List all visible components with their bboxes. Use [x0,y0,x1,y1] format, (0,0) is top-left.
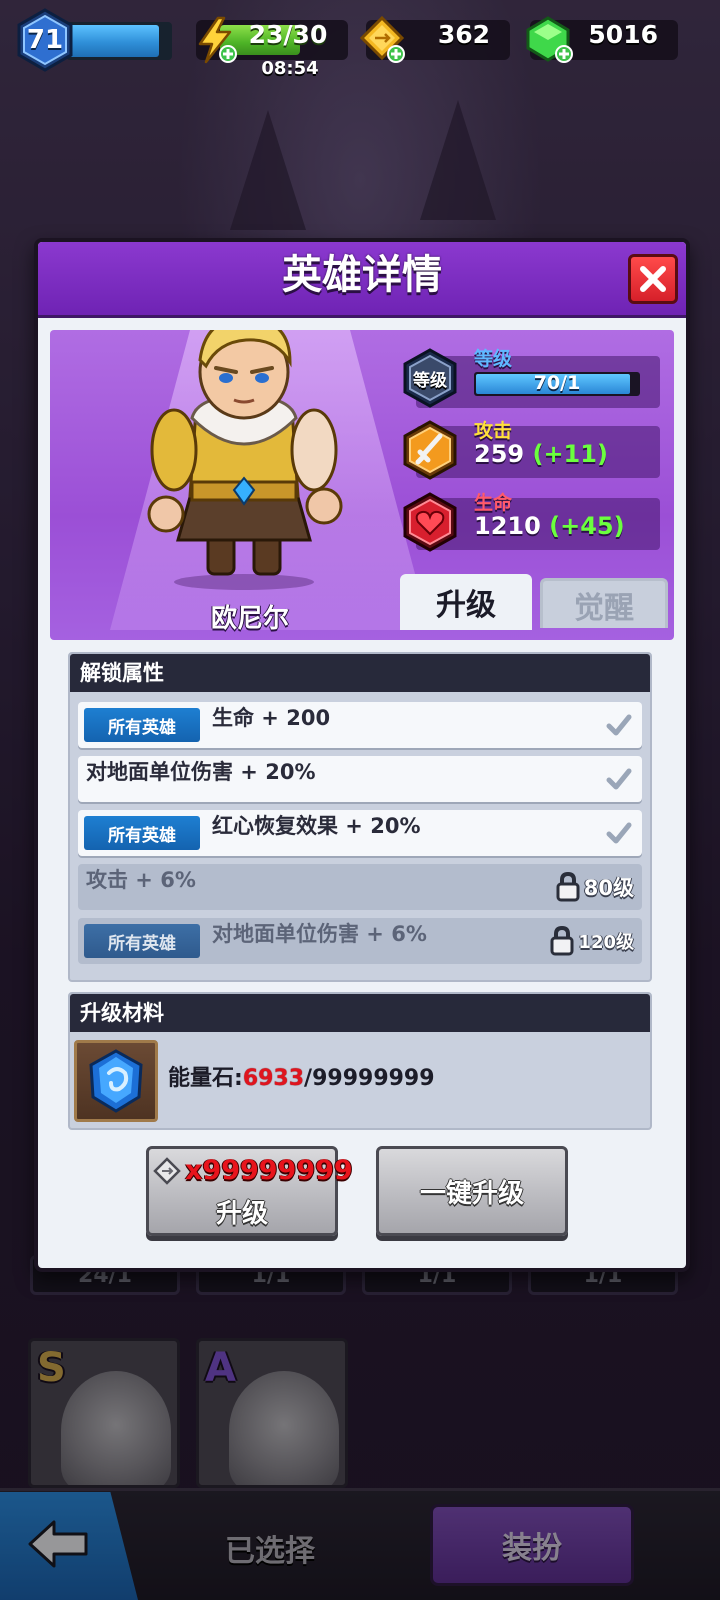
material-count-line: 能量石:6933/99999999 [168,1060,435,1092]
level-bar: 70/1 [474,372,640,396]
attribute-row-locked: 攻击 + 6% 80级 [78,864,642,910]
energy-stone-slot[interactable] [74,1040,158,1122]
energy-stone-icon [89,1049,143,1113]
lightning-icon [198,16,237,64]
gems-value: 5016 [588,20,658,49]
hp-value-line: 1210 (+45) [474,512,625,540]
attribute-text: 红心恢复效果 + 20% [212,814,421,838]
modal-title: 英雄详情 [282,252,442,298]
energy-timer: 08:54 [261,58,319,79]
all-heroes-chip: 所有英雄 [84,924,200,958]
material-label: 能量石: [168,1066,243,1091]
attack-bonus: (+11) [532,440,608,468]
attribute-text: 生命 + 200 [212,706,331,730]
hero-panel: 欧尼尔 等级 等级 70/1 攻击 259 (+11) 生命 1210 (+45… [50,330,674,640]
player-xp-fill [69,25,159,57]
attribute-row: 所有英雄 红心恢复效果 + 20% [78,810,642,856]
hero-portrait-icon [147,330,343,590]
all-heroes-chip: 所有英雄 [84,816,200,850]
attack-label: 攻击 [474,420,513,442]
lock-level: 80级 [583,876,634,900]
heart-icon [403,492,457,552]
attribute-text: 对地面单位伤害 + 6% [212,922,427,946]
attack-value-line: 259 (+11) [474,440,608,468]
ticket-icon [153,1157,181,1185]
lock-level: 120级 [578,932,634,953]
tickets-value: 362 [437,20,490,49]
tab-awaken[interactable]: 觉醒 [540,578,668,628]
hero-name: 欧尼尔 [210,604,289,634]
ticket-icon [360,16,405,63]
attribute-row: 对地面单位伤害 + 20% [78,756,642,802]
upgrade-cost: x99999999 [185,1155,353,1186]
sword-icon [403,420,457,480]
close-icon [640,266,666,292]
energy-value: 23/30 [248,20,328,49]
check-icon [606,822,632,844]
tab-upgrade[interactable]: 升级 [400,574,532,630]
check-icon [606,768,632,790]
player-level-badge[interactable]: 71 [16,8,74,72]
gem-icon [526,16,573,63]
materials-title: 升级材料 [70,994,650,1032]
level-badge-text: 等级 [413,371,447,391]
attribute-text: 攻击 + 6% [86,868,196,892]
hp-value: 1210 [474,512,541,540]
material-need: /99999999 [304,1066,435,1091]
upgrade-button[interactable]: x99999999 升级 [146,1146,353,1236]
attribute-text: 对地面单位伤害 + 20% [86,760,316,784]
lock-requirement: 120级 [550,924,634,958]
unlock-attributes-title: 解锁属性 [70,654,650,692]
attack-value: 259 [474,440,525,468]
hp-bonus: (+45) [549,512,625,540]
lock-icon [556,872,580,902]
hp-label: 生命 [474,492,513,514]
upgrade-label: 升级 [215,1199,268,1229]
one-click-upgrade-label: 一键升级 [419,1179,524,1209]
all-heroes-chip: 所有英雄 [84,708,200,742]
close-button[interactable] [628,254,678,304]
lock-icon [550,926,574,956]
attribute-row: 所有英雄 生命 + 200 [78,702,642,748]
unlock-attributes-section: 解锁属性 所有英雄 生命 + 200 对地面单位伤害 + 20% 所有英雄 红心… [68,652,652,982]
level-value: 70/1 [533,372,581,394]
one-click-upgrade-button[interactable]: 一键升级 [376,1146,568,1236]
player-level: 71 [26,25,64,55]
lock-requirement: 80级 [556,870,634,904]
check-icon [606,714,632,736]
level-label: 等级 [474,348,513,370]
player-xp-bar [66,22,172,60]
hero-details-modal: 英雄详情 欧尼尔 等级 等级 70/1 攻击 259 (+11) 生命 1210… [34,238,690,1272]
attribute-row-locked: 所有英雄 对地面单位伤害 + 6% 120级 [78,918,642,964]
materials-section: 升级材料 能量石:6933/99999999 [68,992,652,1130]
material-have: 6933 [242,1066,305,1091]
